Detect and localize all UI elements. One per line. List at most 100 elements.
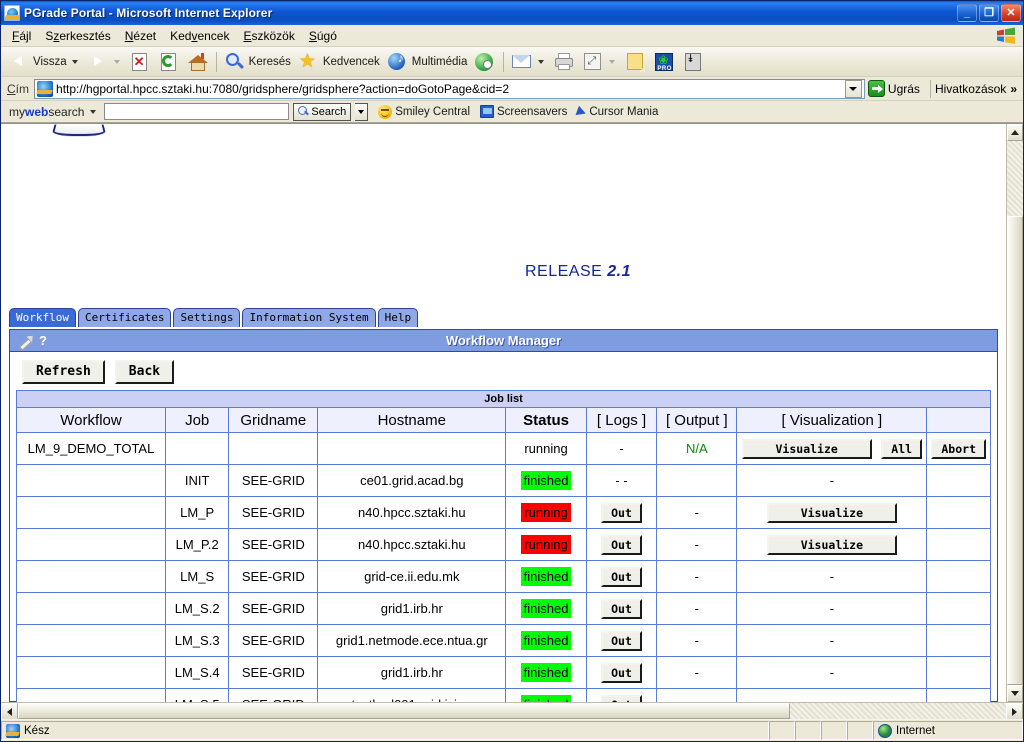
chevron-button[interactable]: ⯯: [679, 50, 707, 74]
mywebsearch-search-button[interactable]: Search: [293, 102, 352, 121]
refresh-button[interactable]: [155, 50, 183, 74]
status-badge: running: [521, 535, 571, 554]
restore-button[interactable]: ❐: [979, 4, 999, 22]
refresh-button[interactable]: Refresh: [22, 360, 105, 384]
search-button[interactable]: Keresés: [221, 50, 294, 74]
out-button[interactable]: Out: [601, 502, 642, 523]
smiley-central-item[interactable]: Smiley Central: [378, 104, 470, 119]
out-button[interactable]: Out: [601, 694, 642, 702]
favorites-button[interactable]: ★ Kedvencek: [295, 50, 383, 74]
tab-help[interactable]: Help: [377, 308, 419, 327]
portlet-header: ? Workflow Manager: [10, 330, 997, 352]
back-label: Vissza: [33, 55, 67, 68]
all-button[interactable]: All: [881, 438, 923, 459]
cell-visualization: Visualize: [736, 528, 928, 561]
address-dropdown-icon[interactable]: [844, 79, 862, 98]
horizontal-scroll-track[interactable]: [790, 703, 1006, 719]
abort-button[interactable]: Abort: [931, 438, 986, 459]
vertical-scrollbar[interactable]: [1006, 124, 1023, 702]
scroll-thumb[interactable]: [1007, 216, 1023, 685]
horizontal-scroll-thumb[interactable]: [18, 703, 790, 719]
menu-item-view[interactable]: Nézet: [118, 27, 163, 45]
mywebsearch-logo: mywebsearch: [9, 104, 85, 119]
help-question-icon[interactable]: ?: [39, 334, 47, 347]
visualize-button[interactable]: Visualize: [766, 534, 897, 555]
home-icon: [187, 51, 209, 73]
cursor-mania-item[interactable]: Cursor Mania: [575, 105, 658, 118]
cell-visualization: -: [736, 592, 928, 625]
go-button[interactable]: Ugrás: [865, 80, 926, 97]
out-button[interactable]: Out: [601, 534, 642, 555]
print-button[interactable]: [550, 50, 578, 74]
scroll-up-button[interactable]: [1007, 124, 1023, 141]
notes-button[interactable]: [621, 50, 649, 74]
home-button[interactable]: [184, 50, 212, 74]
screensavers-item[interactable]: Screensavers: [480, 105, 567, 118]
icq-pro-icon: ❀ PRO: [655, 52, 674, 72]
edit-dropdown-icon[interactable]: [609, 59, 616, 64]
page-viewport: RELEASE 2.1 Workflow Certificates Settin…: [1, 123, 1023, 702]
mywebsearch-dropdown-icon[interactable]: [90, 109, 97, 114]
cell-hostname: grid1.irb.hr: [317, 592, 507, 625]
job-table-wrapper: Job list Workflow Job Gridname Hostname …: [10, 390, 997, 702]
visualize-button[interactable]: Visualize: [766, 502, 897, 523]
scroll-left-button[interactable]: [1, 703, 18, 720]
cell-visualization: -: [736, 560, 928, 593]
scroll-track-upper[interactable]: [1007, 141, 1023, 216]
out-button[interactable]: Out: [601, 566, 642, 587]
scroll-right-button[interactable]: [1006, 703, 1023, 720]
links-label[interactable]: Hivatkozások: [935, 82, 1006, 96]
address-input[interactable]: http://hgportal.hpcc.sztaki.hu:7080/grid…: [34, 78, 865, 99]
tab-settings[interactable]: Settings: [173, 308, 241, 327]
cell-workflow: [15, 624, 167, 657]
logs-dash: - -: [615, 473, 628, 488]
edit-button[interactable]: ⤢: [579, 50, 620, 74]
output-dash: -: [694, 505, 699, 520]
col-header-output: [ Output ]: [656, 407, 738, 433]
history-button[interactable]: [471, 50, 499, 74]
cursor-icon: [575, 105, 588, 118]
out-button[interactable]: Out: [601, 662, 642, 683]
tab-information-system[interactable]: Information System: [242, 308, 376, 327]
forward-button[interactable]: [84, 50, 125, 74]
visualize-button[interactable]: Visualize: [741, 438, 872, 459]
back-button[interactable]: Vissza: [5, 50, 83, 74]
menu-item-edit[interactable]: Szerkesztés: [38, 27, 117, 45]
workflow-manager-portlet: ? Workflow Manager Refresh Back Job list…: [9, 329, 998, 702]
forward-dropdown-icon[interactable]: [113, 59, 120, 64]
cell-gridname: SEE-GRID: [228, 464, 319, 497]
tab-workflow[interactable]: Workflow: [9, 308, 76, 327]
address-label: Cím: [7, 81, 30, 96]
navigation-toolbar: Vissza ✕ Keresés ★ Kedvencek ♪ Multimédi…: [1, 47, 1023, 77]
menu-item-file[interactable]: FFájlájl: [5, 27, 38, 45]
scroll-down-button[interactable]: [1007, 685, 1023, 702]
back-dropdown-icon[interactable]: [71, 59, 78, 64]
output-dash: -: [695, 697, 699, 702]
stop-button[interactable]: ✕: [126, 50, 154, 74]
table-row: LM_S SEE-GRID grid-ce.ii.edu.mk finished…: [15, 560, 991, 593]
minimize-button[interactable]: _: [957, 4, 977, 22]
favorites-label: Kedvencek: [322, 55, 380, 68]
mywebsearch-search-dropdown[interactable]: [355, 102, 369, 121]
mywebsearch-input[interactable]: [104, 103, 290, 120]
menu-item-help[interactable]: Súgó: [302, 27, 344, 45]
tab-certificates[interactable]: Certificates: [77, 308, 172, 327]
cell-workflow: [15, 592, 167, 625]
out-button[interactable]: Out: [601, 598, 642, 619]
out-button[interactable]: Out: [601, 630, 642, 651]
back-button[interactable]: Back: [114, 360, 175, 384]
horizontal-scrollbar[interactable]: [1, 702, 1023, 720]
mail-button[interactable]: [508, 50, 549, 74]
cell-logs: Out: [585, 624, 658, 657]
job-list-caption: Job list: [16, 390, 991, 408]
icq-button[interactable]: ❀ PRO: [650, 50, 678, 74]
close-button[interactable]: ✕: [1001, 4, 1021, 22]
menu-item-tools[interactable]: Eszközök: [236, 27, 301, 45]
edit-pencil-icon[interactable]: [18, 334, 31, 347]
cell-visualization: -: [736, 464, 928, 497]
menu-item-favorites[interactable]: Kedvencek: [163, 27, 236, 45]
mail-dropdown-icon[interactable]: [538, 59, 545, 64]
links-overflow-icon[interactable]: »: [1010, 82, 1017, 96]
cell-hostname: grid1.netmode.ece.ntua.gr: [317, 624, 507, 657]
media-button[interactable]: ♪ Multimédia: [384, 50, 471, 74]
